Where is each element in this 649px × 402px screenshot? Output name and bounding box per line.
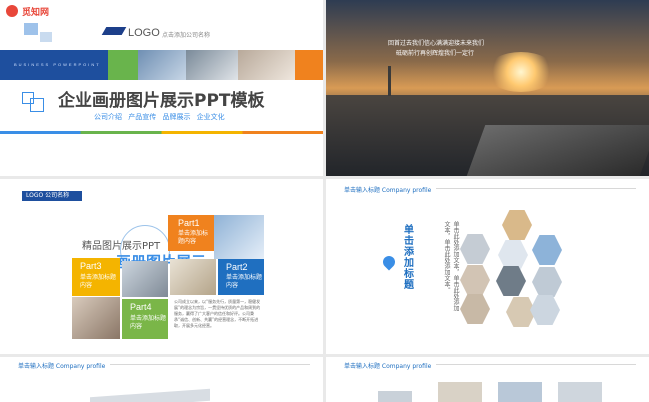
rooftop bbox=[466, 125, 649, 176]
location-pin-icon bbox=[380, 253, 398, 271]
slide-header: 单击输入标题 Company profile bbox=[344, 187, 432, 194]
hex-photo bbox=[530, 295, 560, 325]
hex-photo bbox=[460, 265, 490, 295]
team-photo bbox=[72, 297, 120, 339]
hex-photo bbox=[496, 266, 526, 296]
handshake-photo bbox=[186, 50, 238, 80]
color-stripe bbox=[0, 131, 323, 134]
title-small: 精品图片展示PPT bbox=[82, 241, 161, 252]
part3-text: 单击添加标题内容 bbox=[80, 274, 117, 289]
photo-thumb bbox=[438, 382, 482, 402]
header-line bbox=[110, 364, 310, 365]
building-photo bbox=[214, 215, 264, 259]
part3-box[interactable]: Part3 单击添加标题内容 bbox=[72, 258, 120, 296]
deco-outline-square bbox=[30, 98, 44, 112]
green-block bbox=[108, 50, 138, 80]
coffee-photo bbox=[170, 259, 216, 295]
slide-cover[interactable]: 觅知网 LOGO 点击添加公司名称 BUSINESS POWERPOINT 企业… bbox=[0, 0, 323, 176]
hex-photo bbox=[532, 267, 562, 297]
cover-subtitle: 公司介绍 产品宣传 品牌展示 企业文化 bbox=[94, 113, 225, 121]
photo-thumb bbox=[558, 382, 602, 402]
part4-box[interactable]: Part4 单击添加标题内容 bbox=[122, 299, 168, 339]
vertical-title: 单击添加标题 bbox=[404, 225, 414, 291]
part2-box[interactable]: Part2 单击添加标题内容 bbox=[218, 259, 264, 295]
part3-label: Part3 bbox=[80, 261, 102, 271]
hex-photo bbox=[460, 294, 490, 324]
body-text: 公司成立以来，以“服务先行，质量第一，稳健发展”的理念为宗旨，一贯坚持优质的产品… bbox=[174, 299, 261, 328]
part4-label: Part4 bbox=[130, 302, 152, 312]
part4-text: 单击添加标题内容 bbox=[130, 315, 167, 330]
slide-company-profile-1[interactable]: 单击输入标题 Company profile bbox=[0, 357, 323, 402]
orange-block bbox=[295, 50, 323, 80]
logo-text: LOGO bbox=[128, 27, 160, 39]
overlay-text-line2: 砥砺前行再创辉煌我们一定行 bbox=[396, 50, 475, 57]
hex-photo bbox=[502, 210, 532, 240]
sun-glow bbox=[486, 52, 556, 92]
logo-plane-icon bbox=[101, 27, 127, 35]
photo-thumb bbox=[378, 391, 412, 402]
hex-photo bbox=[498, 240, 528, 270]
hex-photo bbox=[460, 234, 490, 264]
laptop-photo bbox=[122, 261, 168, 297]
writing-photo bbox=[238, 50, 295, 80]
part2-text: 单击添加标题内容 bbox=[226, 274, 263, 289]
header-line bbox=[436, 364, 636, 365]
vertical-text: 单击此处添加文本，单击此处添加文本，单击此处添加文本。 bbox=[443, 221, 459, 311]
watermark-logo-icon bbox=[6, 5, 18, 17]
part1-box[interactable]: Part1 单击添加标题内容 bbox=[168, 215, 214, 251]
watermark-text: 觅知网 bbox=[22, 8, 50, 18]
part1-label: Part1 bbox=[178, 218, 200, 228]
tv-tower bbox=[388, 66, 391, 96]
slide-hexagon[interactable]: 单击输入标题 Company profile 单击添加标题 单击此处添加文本，单… bbox=[326, 179, 649, 354]
hex-photo bbox=[532, 235, 562, 265]
slide-brochure[interactable]: LOGO 公司名称 精品图片展示PPT 画册图片展示 Part1 单击添加标题内… bbox=[0, 179, 323, 354]
overlay-text-line1: 回首过去我们信心满满迎接未来我们 bbox=[388, 40, 485, 47]
photo-strip bbox=[90, 388, 210, 402]
slide-header: 单击输入标题 Company profile bbox=[18, 363, 106, 370]
part2-label: Part2 bbox=[226, 262, 248, 272]
company-name-placeholder[interactable]: 点击添加公司名称 bbox=[162, 30, 210, 39]
slide-header: 单击输入标题 Company profile bbox=[344, 363, 432, 370]
band-text: BUSINESS POWERPOINT bbox=[14, 62, 101, 67]
photo-thumb bbox=[498, 382, 542, 402]
part1-text: 单击添加标题内容 bbox=[178, 230, 209, 245]
header-line bbox=[436, 188, 636, 189]
logo-tag: LOGO 公司名称 bbox=[22, 191, 82, 201]
slide-city-photo[interactable]: 回首过去我们信心满满迎接未来我们 砥砺前行再创辉煌我们一定行 bbox=[326, 0, 649, 176]
cover-title: 企业画册图片展示PPT模板 bbox=[58, 91, 265, 111]
slide-company-profile-2[interactable]: 单击输入标题 Company profile bbox=[326, 357, 649, 402]
deco-square bbox=[24, 23, 38, 35]
deco-square bbox=[40, 32, 52, 42]
office-photo bbox=[138, 50, 186, 80]
